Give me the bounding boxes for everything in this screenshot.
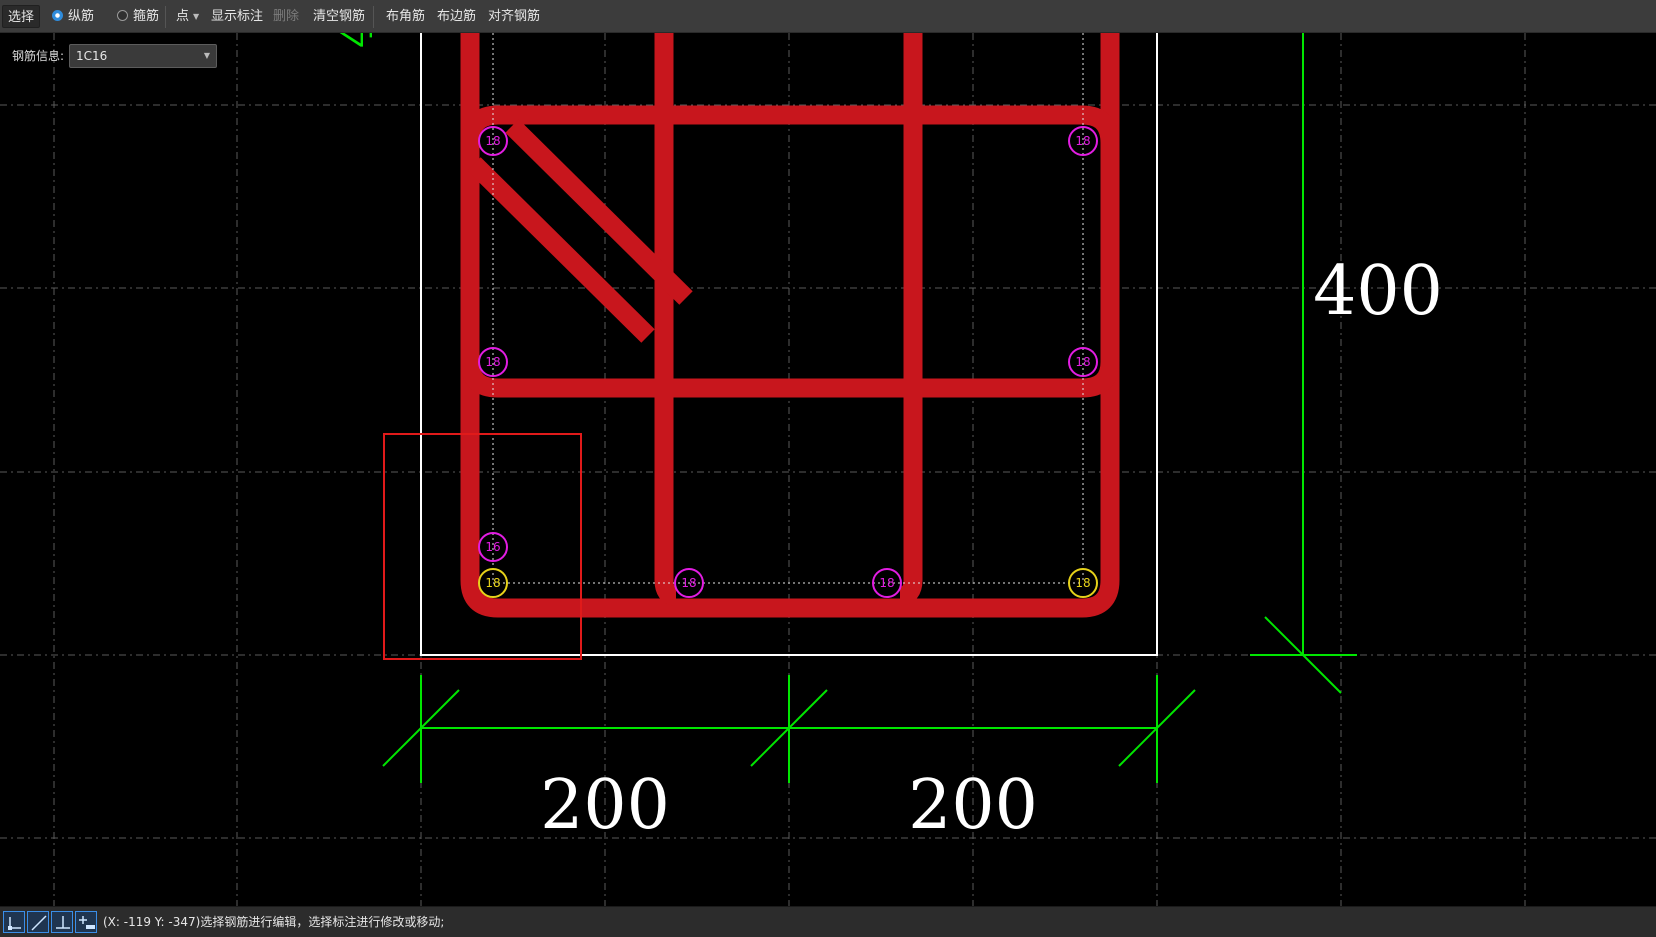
rebar-label: 18 — [879, 576, 894, 590]
diagonal-hook-2 — [467, 157, 655, 343]
app-window: 选择 纵筋 箍筋 点 ▼ 显示标注 删除 清空钢筋 布角筋 布边筋 对齐钢筋 4… — [0, 0, 1656, 937]
rebar-circle[interactable]: 18 — [478, 347, 508, 377]
show-dimensions-button[interactable]: 显示标注 — [211, 0, 263, 33]
rebar-label: 18 — [485, 134, 500, 148]
chevron-down-icon: ▼ — [193, 12, 200, 21]
chevron-down-icon: ▼ — [203, 51, 210, 60]
align-rebar-button[interactable]: 对齐钢筋 — [488, 0, 540, 33]
select-button[interactable]: 选择 — [2, 5, 41, 28]
rebar-info-select[interactable]: 1C16 ▼ — [69, 44, 217, 68]
stirrup-radio[interactable]: 箍筋 — [117, 0, 159, 33]
corner-rebar-label: 布角筋 — [386, 9, 426, 24]
midpoint-snap-icon — [79, 916, 95, 929]
rebar-label: 18 — [1075, 355, 1090, 369]
point-label: 点 — [176, 9, 190, 24]
drawing-canvas[interactable]: 4 18 18 18 18 16 18 18 18 18 200 200 400 — [0, 33, 1656, 906]
status-bar: (X: -119 Y: -347)选择钢筋进行编辑，选择标注进行修改或移动; — [0, 906, 1656, 937]
align-rebar-label: 对齐钢筋 — [488, 9, 541, 24]
rebar-label: 18 — [485, 576, 500, 590]
delete-button[interactable]: 删除 — [273, 0, 299, 33]
rebar-label: 18 — [485, 355, 500, 369]
radio-unchecked-icon — [117, 10, 128, 21]
clear-rebar-button[interactable]: 清空钢筋 — [313, 0, 365, 33]
rebar-circle[interactable]: 16 — [478, 532, 508, 562]
rebar-circle[interactable]: 18 — [872, 568, 902, 598]
line-snap-icon — [31, 915, 47, 931]
side-rebar-button[interactable]: 布边筋 — [437, 0, 476, 33]
rebar-circle[interactable]: 18 — [1068, 126, 1098, 156]
rebar-label: 18 — [1075, 576, 1090, 590]
toolbar: 选择 纵筋 箍筋 点 ▼ 显示标注 删除 清空钢筋 布角筋 布边筋 对齐钢筋 — [0, 0, 1656, 33]
stirrups[interactable] — [460, 33, 1120, 618]
status-text: (X: -119 Y: -347)选择钢筋进行编辑，选择标注进行修改或移动; — [103, 915, 445, 929]
stirrup-label: 箍筋 — [133, 9, 160, 24]
dimension-text-top[interactable]: 4 — [329, 33, 383, 48]
delete-label: 删除 — [273, 9, 300, 24]
rebar-label: 16 — [485, 540, 500, 554]
rebar-label: 18 — [1075, 134, 1090, 148]
line-snap-button[interactable] — [27, 911, 49, 933]
clear-rebar-label: 清空钢筋 — [313, 9, 366, 24]
dimension-text-right[interactable]: 200 — [908, 766, 1038, 845]
corner-rebar-button[interactable]: 布角筋 — [386, 0, 425, 33]
dimension-texts[interactable]: 200 200 400 — [540, 252, 1443, 845]
toolbar-separator — [373, 6, 374, 28]
endpoint-snap-button[interactable] — [3, 911, 25, 933]
rebar-circle[interactable]: 18 — [1068, 347, 1098, 377]
rebar-info-value: 1C16 — [76, 49, 108, 63]
perpendicular-snap-button[interactable] — [51, 911, 73, 933]
radio-checked-icon — [52, 10, 63, 21]
middle-tie — [460, 361, 1120, 398]
endpoint-snap-icon — [8, 917, 21, 930]
longitudinal-radio[interactable]: 纵筋 — [52, 0, 94, 33]
select-label: 选择 — [8, 10, 35, 25]
rebar-label: 18 — [681, 576, 696, 590]
longitudinal-label: 纵筋 — [68, 9, 95, 24]
perpendicular-snap-icon — [56, 916, 70, 929]
selection-box — [383, 433, 582, 660]
dimension-text-height[interactable]: 400 — [1313, 252, 1443, 331]
toolbar-separator — [165, 6, 166, 28]
upper-tie — [498, 105, 1120, 144]
show-dimensions-label: 显示标注 — [211, 9, 264, 24]
dimension-text-left[interactable]: 200 — [540, 766, 670, 845]
rebar-info-label: 钢筋信息: — [12, 49, 65, 63]
rebar-circle[interactable]: 18 — [478, 126, 508, 156]
point-dropdown[interactable]: 点 ▼ — [176, 0, 199, 33]
midpoint-snap-button[interactable] — [75, 911, 97, 933]
side-rebar-label: 布边筋 — [437, 9, 477, 24]
grid-lines — [0, 33, 1656, 906]
